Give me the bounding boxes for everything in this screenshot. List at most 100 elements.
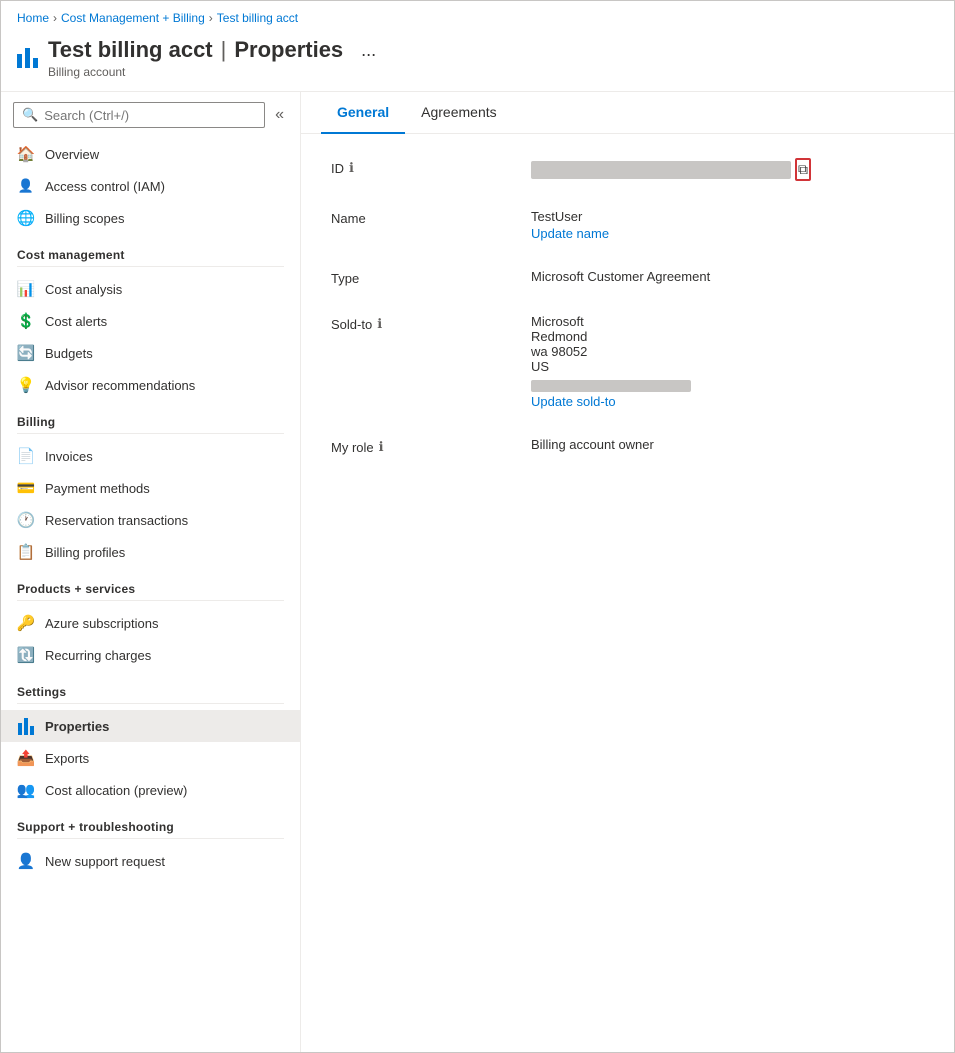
azure-subscriptions-icon: 🔑 [17,614,35,632]
sidebar-item-label: Payment methods [45,481,150,496]
sidebar-item-label: Properties [45,719,109,734]
value-name: TestUser Update name [531,209,924,241]
info-icon-id: ℹ [349,160,354,176]
sidebar-item-budgets[interactable]: 🔄 Budgets [1,337,300,369]
label-type: Type [331,269,531,286]
tab-agreements[interactable]: Agreements [405,92,512,134]
overview-icon: 🏠 [17,145,35,163]
sidebar-item-label: Budgets [45,346,93,361]
ellipsis-button[interactable]: ... [355,38,382,63]
section-billing: Billing [1,401,300,433]
page-title: Test billing acct | Properties ... [48,37,382,63]
sidebar-item-payment-methods[interactable]: 💳 Payment methods [1,472,300,504]
sidebar-item-label: Invoices [45,449,93,464]
divider-billing [17,433,284,434]
sidebar-item-recurring-charges[interactable]: 🔃 Recurring charges [1,639,300,671]
update-sold-to-link[interactable]: Update sold-to [531,394,924,409]
search-area: 🔍 « [1,92,300,138]
app-icon [17,48,38,68]
sidebar-item-cost-allocation[interactable]: 👥 Cost allocation (preview) [1,774,300,806]
page-header: Test billing acct | Properties ... Billi… [1,31,954,92]
id-blurred [531,161,791,179]
update-name-link[interactable]: Update name [531,226,924,241]
sidebar-item-billing-scopes[interactable]: 🌐 Billing scopes [1,202,300,234]
label-id: ID ℹ [331,158,531,176]
sidebar-item-label: Reservation transactions [45,513,188,528]
sidebar-item-label: New support request [45,854,165,869]
cost-analysis-icon: 📊 [17,280,35,298]
payment-methods-icon: 💳 [17,479,35,497]
property-row-id: ID ℹ ⧉ [331,158,924,181]
sidebar-item-label: Advisor recommendations [45,378,195,393]
sidebar-item-azure-subscriptions[interactable]: 🔑 Azure subscriptions [1,607,300,639]
sidebar-item-billing-profiles[interactable]: 📋 Billing profiles [1,536,300,568]
breadcrumb-current: Test billing acct [217,11,298,25]
tabs-bar: General Agreements [301,92,954,134]
recurring-charges-icon: 🔃 [17,646,35,664]
property-row-type: Type Microsoft Customer Agreement [331,269,924,286]
divider-support [17,838,284,839]
sidebar-item-label: Overview [45,147,99,162]
sidebar-item-properties[interactable]: Properties [1,710,300,742]
section-settings: Settings [1,671,300,703]
sidebar-item-cost-analysis[interactable]: 📊 Cost analysis [1,273,300,305]
property-row-my-role: My role ℹ Billing account owner [331,437,924,455]
cost-alerts-icon: 💲 [17,312,35,330]
sidebar-item-label: Access control (IAM) [45,179,165,194]
sidebar-item-label: Azure subscriptions [45,616,158,631]
sidebar-item-invoices[interactable]: 📄 Invoices [1,440,300,472]
invoices-icon: 📄 [17,447,35,465]
reservation-transactions-icon: 🕐 [17,511,35,529]
sidebar-item-access-control[interactable]: 👤 Access control (IAM) [1,170,300,202]
sidebar-item-label: Cost allocation (preview) [45,783,187,798]
search-icon: 🔍 [22,107,38,123]
search-input[interactable] [44,108,256,123]
sidebar-item-label: Cost alerts [45,314,107,329]
divider-products-services [17,600,284,601]
sidebar-item-reservation-transactions[interactable]: 🕐 Reservation transactions [1,504,300,536]
info-icon-sold-to: ℹ [377,316,382,332]
value-my-role: Billing account owner [531,437,924,452]
properties-icon [17,717,35,735]
value-type: Microsoft Customer Agreement [531,269,924,284]
sidebar-item-cost-alerts[interactable]: 💲 Cost alerts [1,305,300,337]
new-support-icon: 👤 [17,852,35,870]
access-control-icon: 👤 [17,177,35,195]
sidebar-item-label: Cost analysis [45,282,122,297]
property-row-name: Name TestUser Update name [331,209,924,241]
info-icon-my-role: ℹ [379,439,384,455]
label-name: Name [331,209,531,226]
billing-profiles-icon: 📋 [17,543,35,561]
sold-to-blurred [531,380,691,392]
value-sold-to: Microsoft Redmond wa 98052 US Update sol… [531,314,924,409]
budgets-icon: 🔄 [17,344,35,362]
collapse-button[interactable]: « [271,104,288,126]
sidebar-item-label: Billing scopes [45,211,125,226]
copy-icon: ⧉ [798,161,808,178]
sidebar: 🔍 « 🏠 Overview 👤 Access control (IAM) 🌐 … [1,92,301,1052]
exports-icon: 📤 [17,749,35,767]
section-cost-management: Cost management [1,234,300,266]
advisor-icon: 💡 [17,376,35,394]
property-row-sold-to: Sold-to ℹ Microsoft Redmond wa 98052 US … [331,314,924,409]
value-id: ⧉ [531,158,924,181]
sidebar-item-advisor-recommendations[interactable]: 💡 Advisor recommendations [1,369,300,401]
sidebar-item-label: Exports [45,751,89,766]
breadcrumb-cost-management[interactable]: Cost Management + Billing [61,11,205,25]
tab-general[interactable]: General [321,92,405,134]
breadcrumb: Home › Cost Management + Billing › Test … [1,1,954,31]
divider-cost-management [17,266,284,267]
breadcrumb-home[interactable]: Home [17,11,49,25]
sidebar-item-overview[interactable]: 🏠 Overview [1,138,300,170]
section-support: Support + troubleshooting [1,806,300,838]
sidebar-item-new-support-request[interactable]: 👤 New support request [1,845,300,877]
page-subtitle: Billing account [48,65,382,79]
copy-button[interactable]: ⧉ [795,158,811,181]
sidebar-item-label: Billing profiles [45,545,125,560]
content-area: General Agreements ID ℹ ⧉ [301,92,954,1052]
billing-scopes-icon: 🌐 [17,209,35,227]
search-box[interactable]: 🔍 [13,102,265,128]
label-my-role: My role ℹ [331,437,531,455]
sidebar-item-exports[interactable]: 📤 Exports [1,742,300,774]
sidebar-item-label: Recurring charges [45,648,151,663]
